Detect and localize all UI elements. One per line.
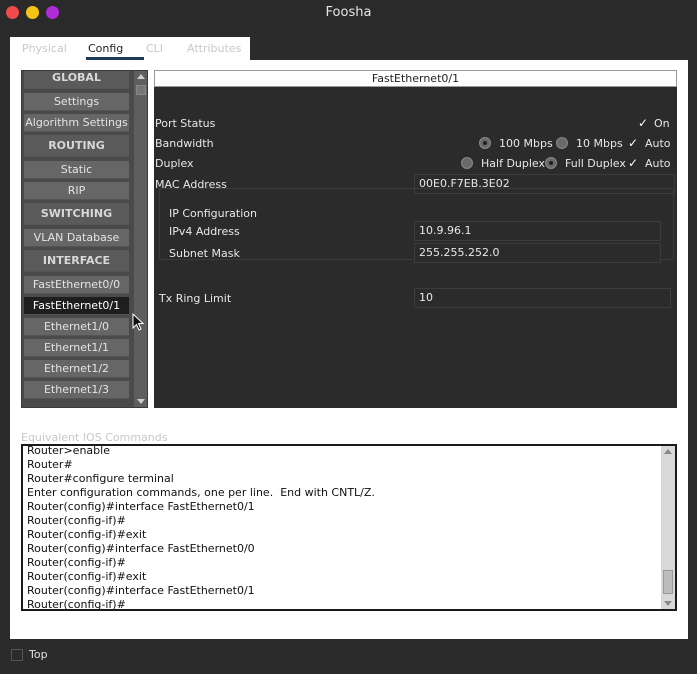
interface-header: FastEthernet0/1 [154, 70, 677, 87]
console-line: Router#configure terminal [27, 472, 174, 485]
top-checkbox[interactable] [11, 649, 23, 661]
top-label: Top [29, 648, 48, 661]
console-line: Router(config)#interface FastEthernet0/1 [27, 500, 255, 513]
sidebar-item[interactable]: Ethernet1/3 [24, 381, 129, 399]
half-duplex-radio[interactable] [461, 157, 473, 169]
port-status-label: Port Status [155, 117, 216, 130]
bandwidth-auto-label: Auto [645, 137, 671, 150]
sidebar-item[interactable]: RIP [24, 182, 129, 200]
sidebar-section-header: ROUTING [24, 135, 129, 157]
half-duplex-label: Half Duplex [481, 157, 546, 170]
tab-physical[interactable]: Physical [22, 42, 67, 55]
bandwidth-10-radio[interactable] [556, 137, 568, 149]
duplex-auto-check-icon[interactable]: ✓ [628, 156, 638, 170]
duplex-auto-label: Auto [645, 157, 671, 170]
sidebar-item[interactable]: Algorithm Settings [24, 114, 129, 132]
duplex-label: Duplex [155, 157, 194, 170]
bandwidth-10-label: 10 Mbps [576, 137, 623, 150]
bandwidth-100-radio[interactable] [479, 137, 491, 149]
ipv4-address-label: IPv4 Address [169, 225, 240, 238]
sidebar-item[interactable]: Settings [24, 93, 129, 111]
console-line: Router(config)#interface FastEthernet0/0 [27, 542, 255, 555]
console-line: Router(config-if)#exit [27, 528, 147, 541]
sidebar-item[interactable]: Ethernet1/1 [24, 339, 129, 357]
console-line: Router(config)#interface FastEthernet0/1 [27, 584, 255, 597]
mouse-pointer-icon [132, 313, 144, 331]
ip-configuration-label: IP Configuration [169, 207, 257, 220]
tab-strip: Physical Config CLI Attributes [10, 37, 250, 61]
bandwidth-auto-check-icon[interactable]: ✓ [628, 136, 638, 150]
subnet-mask-field[interactable]: 255.255.252.0 [414, 243, 661, 263]
bandwidth-100-label: 100 Mbps [499, 137, 553, 150]
sidebar-item[interactable]: Ethernet1/2 [24, 360, 129, 378]
tab-cli[interactable]: CLI [146, 42, 163, 55]
sidebar-item[interactable]: VLAN Database [24, 229, 129, 247]
ipv4-address-field[interactable]: 10.9.96.1 [414, 221, 661, 241]
tx-ring-limit-field[interactable]: 10 [414, 288, 671, 308]
sidebar-item[interactable]: Ethernet1/0 [24, 318, 129, 336]
full-duplex-radio[interactable] [545, 157, 557, 169]
scroll-up-icon[interactable] [664, 449, 672, 454]
port-status-check-icon[interactable]: ✓ [638, 116, 648, 130]
sidebar-item[interactable]: FastEthernet0/0 [24, 276, 129, 294]
scroll-up-icon[interactable] [137, 74, 145, 79]
sidebar-item[interactable]: FastEthernet0/1 [24, 297, 129, 315]
title-bar: Foosha [0, 0, 697, 26]
console-line: Router# [27, 458, 73, 471]
port-status-on-label: On [654, 117, 670, 130]
sidebar: GLOBAL Settings Algorithm Settings ROUTING S… [21, 70, 148, 408]
console-line: Router(config-if)# [27, 598, 126, 611]
tx-ring-limit-label: Tx Ring Limit [159, 292, 232, 305]
sidebar-scrollbar[interactable] [134, 71, 147, 407]
console-line: Router(config-if)# [27, 556, 126, 569]
sidebar-item[interactable]: Static [24, 161, 129, 179]
console-line: Router(config-if)# [27, 514, 126, 527]
scroll-down-icon[interactable] [664, 601, 672, 606]
scroll-down-icon[interactable] [137, 399, 145, 404]
full-duplex-label: Full Duplex [565, 157, 626, 170]
ios-commands-label: Equivalent IOS Commands [21, 431, 168, 444]
ios-commands-console[interactable]: Router>enable Router# Router#configure ter… [21, 444, 677, 611]
sidebar-section-header: SWITCHING [24, 203, 129, 225]
sidebar-section-header: INTERFACE [24, 250, 129, 272]
tab-attributes[interactable]: Attributes [187, 42, 241, 55]
console-line: Router(config-if)#exit [27, 570, 147, 583]
subnet-mask-label: Subnet Mask [169, 247, 240, 260]
scroll-thumb[interactable] [663, 570, 673, 594]
sidebar-section-header: GLOBAL [24, 71, 129, 89]
console-line: Enter configuration commands, one per li… [27, 486, 375, 499]
scroll-thumb[interactable] [136, 85, 146, 95]
tab-config[interactable]: Config [88, 42, 123, 55]
console-scrollbar[interactable] [661, 446, 675, 609]
interface-config: FastEthernet0/1 Port Status ✓ On Bandwid… [154, 70, 677, 408]
console-line: Router>enable [27, 444, 110, 457]
bandwidth-label: Bandwidth [155, 137, 214, 150]
window-title: Foosha [325, 5, 372, 20]
